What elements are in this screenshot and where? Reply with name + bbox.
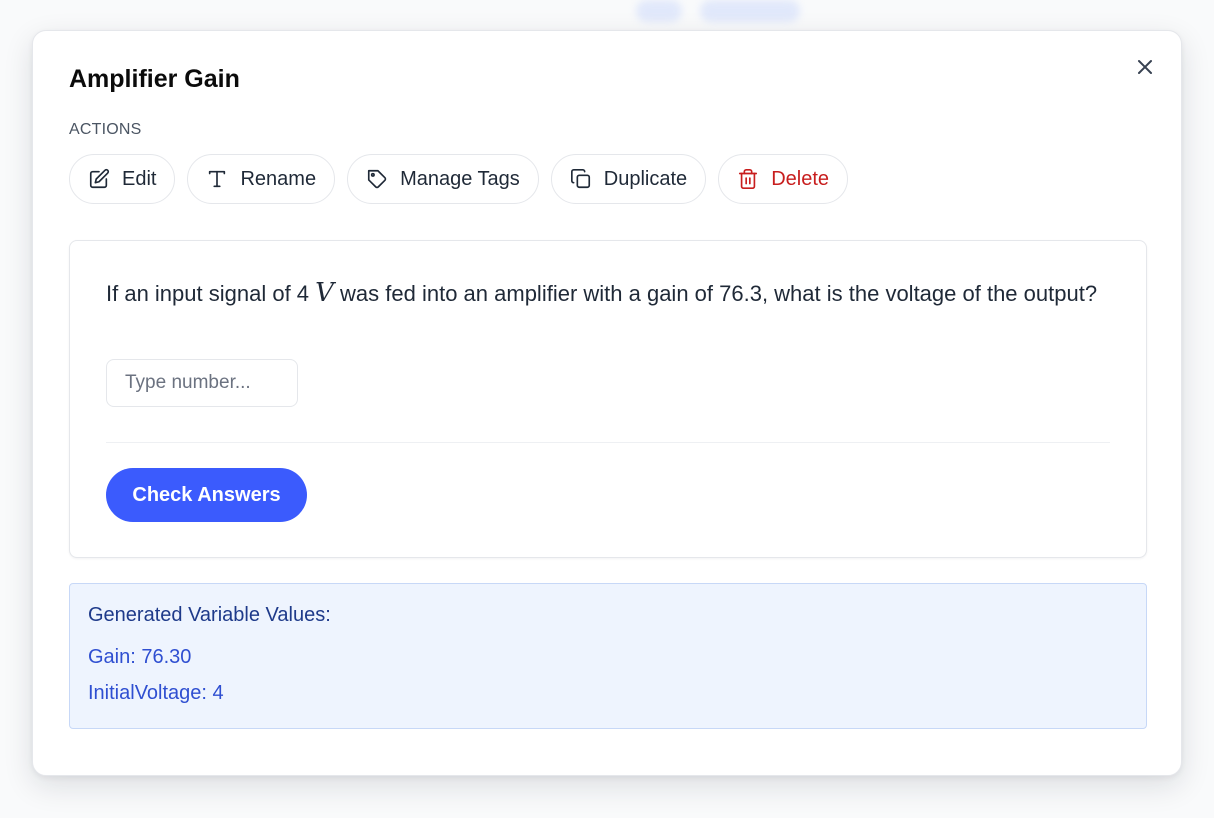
rename-button[interactable]: Rename [187,154,336,204]
manage-tags-button[interactable]: Manage Tags [347,154,539,204]
edit-button-label: Edit [122,167,157,190]
copy-icon [570,169,590,189]
variable-initial-voltage: InitialVoltage: 4 [88,682,224,704]
trash-icon [739,169,758,189]
actions-bar: Edit Rename Manage Tags Duplicate Delete [69,154,848,204]
blurred-background-chip [636,0,682,22]
close-button[interactable] [1133,55,1157,79]
duplicate-button-label: Duplicate [603,167,688,190]
check-answers-button[interactable]: Check Answers [106,468,307,522]
math-variable: V [315,278,334,308]
generated-variables-panel: Generated Variable Values: Gain: 76.30 I… [69,583,1147,729]
delete-button[interactable]: Delete [718,154,848,204]
question-text: If an input signal of 4 V was fed into a… [106,275,1116,312]
variables-title: Generated Variable Values: [88,604,331,626]
edit-icon [89,168,110,189]
edit-button[interactable]: Edit [69,154,176,204]
blurred-background-chip [700,0,800,22]
question-text-end: was fed into an amplifier with a gain of… [333,281,1098,306]
question-text-start: If an input signal of 4 [106,281,316,306]
tag-icon [368,169,387,189]
modal-title: Amplifier Gain [69,65,240,93]
question-card: If an input signal of 4 V was fed into a… [69,240,1147,558]
rename-button-label: Rename [240,167,317,190]
divider [106,442,1110,443]
actions-label: ACTIONS [69,121,142,138]
manage-tags-button-label: Manage Tags [400,167,520,190]
delete-button-label: Delete [771,167,829,190]
variable-gain: Gain: 76.30 [88,646,192,668]
text-icon [209,170,226,188]
close-icon [1138,60,1152,74]
question-modal: Amplifier Gain ACTIONS Edit Rename Manag… [32,30,1182,776]
duplicate-button[interactable]: Duplicate [550,154,707,204]
answer-input[interactable] [106,359,298,407]
